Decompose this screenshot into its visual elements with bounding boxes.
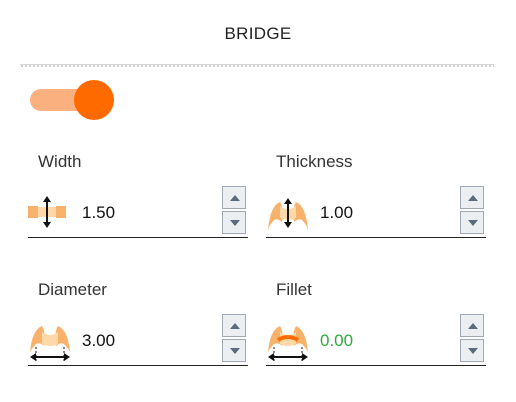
bridge-panel: BRIDGE Width 1.50 Thickness 1.00 Diamete… xyxy=(0,0,516,402)
fillet-field: Fillet xyxy=(266,280,486,390)
triangle-up-icon xyxy=(230,195,240,201)
fillet-increment-button[interactable] xyxy=(460,314,484,337)
fillet-decrement-button[interactable] xyxy=(460,339,484,362)
triangle-down-icon xyxy=(468,348,478,354)
thickness-field: Thickness xyxy=(266,152,486,262)
width-field: Width xyxy=(28,152,248,262)
thickness-label: Thickness xyxy=(276,152,353,171)
width-underline xyxy=(28,237,248,238)
triangle-down-icon xyxy=(230,348,240,354)
title-divider xyxy=(20,64,494,68)
width-arrows-icon xyxy=(28,192,72,236)
diameter-decrement-button[interactable] xyxy=(222,339,246,362)
thickness-decrement-button[interactable] xyxy=(460,211,484,234)
fillet-spinner xyxy=(460,314,484,362)
width-spinner xyxy=(222,186,246,234)
width-increment-button[interactable] xyxy=(222,186,246,209)
diameter-field: Diameter xyxy=(28,280,248,390)
triangle-up-icon xyxy=(468,323,478,329)
thickness-spinner xyxy=(460,186,484,234)
thickness-increment-button[interactable] xyxy=(460,186,484,209)
triangle-down-icon xyxy=(230,220,240,226)
triangle-down-icon xyxy=(468,220,478,226)
panel-title: BRIDGE xyxy=(224,24,292,43)
diameter-arrows-icon xyxy=(28,320,72,364)
fillet-input[interactable] xyxy=(320,328,440,354)
triangle-up-icon xyxy=(230,323,240,329)
fillet-label: Fillet xyxy=(276,280,312,299)
diameter-spinner xyxy=(222,314,246,362)
fillet-icon xyxy=(266,320,310,364)
diameter-label: Diameter xyxy=(38,280,107,299)
toggle-knob xyxy=(74,80,114,120)
fillet-underline xyxy=(266,365,486,366)
bridge-toggle[interactable] xyxy=(30,80,114,120)
thickness-input[interactable] xyxy=(320,200,440,226)
width-decrement-button[interactable] xyxy=(222,211,246,234)
width-input[interactable] xyxy=(82,200,202,226)
thickness-arrows-icon xyxy=(266,192,310,236)
thickness-underline xyxy=(266,237,486,238)
diameter-increment-button[interactable] xyxy=(222,314,246,337)
width-label: Width xyxy=(38,152,82,171)
diameter-input[interactable] xyxy=(82,328,202,354)
triangle-up-icon xyxy=(468,195,478,201)
diameter-underline xyxy=(28,365,248,366)
